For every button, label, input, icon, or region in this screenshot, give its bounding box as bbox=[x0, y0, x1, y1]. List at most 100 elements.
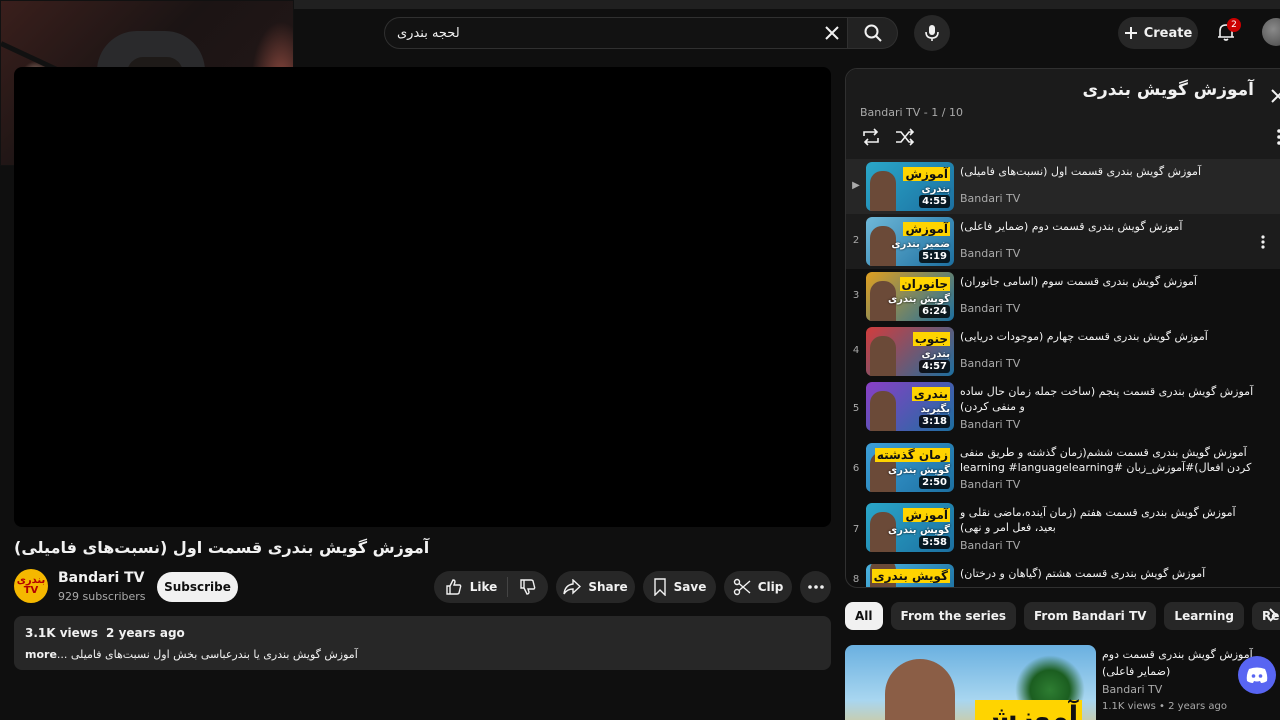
chip-from-channel[interactable]: From Bandari TV bbox=[1023, 602, 1157, 630]
thumbs-down-icon bbox=[520, 579, 536, 595]
playlist-item-title[interactable]: آموزش گویش بندری قسمت هفتم (زمان آینده،م… bbox=[960, 505, 1260, 535]
thumbnail-text: جانوران bbox=[899, 277, 950, 291]
show-more-link[interactable]: more bbox=[25, 648, 57, 661]
duration-badge: 4:55 bbox=[919, 195, 950, 208]
recommendation-thumbnail-text: آموزش bbox=[975, 700, 1083, 720]
save-label: Save bbox=[673, 580, 707, 594]
video-player[interactable] bbox=[14, 67, 831, 527]
recommendation-thumbnail[interactable]: آموزش bbox=[845, 645, 1096, 720]
thumbnail-text: جنوب bbox=[912, 332, 950, 346]
recommendation-channel[interactable]: Bandari TV bbox=[1102, 683, 1162, 696]
discord-overlay-button[interactable] bbox=[1238, 656, 1276, 694]
thumbnail-text: زمان گذشته bbox=[874, 448, 950, 462]
thumbnail-text: گویش بندری bbox=[871, 569, 950, 583]
chip-from-the-series[interactable]: From the series bbox=[890, 602, 1016, 630]
playlist-item-title[interactable]: آموزش گویش بندری قسمت سوم (اسامی جانوران… bbox=[960, 274, 1260, 289]
loop-icon[interactable] bbox=[860, 127, 882, 147]
playlist-item-index: 6 bbox=[852, 463, 860, 474]
playlist-item-index: 8 bbox=[852, 574, 860, 585]
playlist-item[interactable]: ▶ آموزش بندری 4:55 آموزش گویش بندری قسمت اول… bbox=[846, 159, 1280, 214]
thumbnail-text: آموزش bbox=[903, 167, 950, 181]
dislike-button[interactable] bbox=[515, 578, 537, 596]
thumbnail-text: بندری bbox=[911, 387, 950, 401]
notifications-button[interactable]: 2 bbox=[1210, 16, 1242, 48]
playlist-item-title[interactable]: آموزش گویش بندری قسمت دوم (ضمایر فاعلی) bbox=[960, 219, 1260, 234]
close-playlist-icon[interactable] bbox=[1271, 89, 1280, 103]
microphone-icon bbox=[925, 25, 939, 41]
subscriber-count: 929 subscribers bbox=[58, 590, 146, 603]
share-button[interactable]: Share bbox=[556, 571, 635, 603]
chevron-right-icon[interactable] bbox=[1268, 608, 1278, 622]
shuffle-icon[interactable] bbox=[894, 127, 916, 147]
more-actions-button[interactable] bbox=[800, 571, 831, 603]
save-button[interactable]: Save bbox=[643, 571, 716, 603]
duration-badge: 3:18 bbox=[919, 415, 950, 428]
clip-label: Clip bbox=[757, 580, 784, 594]
subscribe-button[interactable]: Subscribe bbox=[157, 572, 238, 602]
playlist-item-title[interactable]: آموزش گویش بندری قسمت هشتم (گیاهان و درخ… bbox=[960, 566, 1260, 581]
playlist-item-index: 3 bbox=[852, 290, 860, 301]
channel-name[interactable]: Bandari TV bbox=[58, 570, 145, 586]
playlist-panel: آموزش گویش بندری Bandari TV - 1 / 10 ▶ آم… bbox=[845, 68, 1280, 588]
playlist-item-channel: Bandari TV bbox=[960, 357, 1021, 370]
search-button[interactable] bbox=[848, 17, 898, 49]
thumbnail-text: آموزش bbox=[903, 222, 950, 236]
playlist-item[interactable]: 7 آموزش گویش بندری 5:58 آموزش گویش بندری قسم… bbox=[846, 500, 1280, 561]
playlist-item-thumbnail[interactable]: گویش بندری bbox=[866, 564, 954, 587]
youtube-watch-page: Create 2 آموزش گویش بندری قسمت اول (نسبت… bbox=[0, 0, 1280, 720]
playlist-menu-icon[interactable] bbox=[1276, 128, 1280, 146]
scissors-icon bbox=[733, 578, 751, 596]
like-label: Like bbox=[469, 580, 498, 594]
playlist-item-thumbnail[interactable]: بندری بگیرید 3:18 bbox=[866, 382, 954, 431]
playlist-item-title[interactable]: آموزش گویش بندری قسمت اول (نسبت‌های فامی… bbox=[960, 164, 1260, 179]
playlist-item-thumbnail[interactable]: جنوب بندری 4:57 bbox=[866, 327, 954, 376]
playlist-item-thumbnail[interactable]: زمان گذشته گویش بندری 2:50 bbox=[866, 443, 954, 492]
plus-icon bbox=[1124, 27, 1137, 39]
playlist-item-title[interactable]: آموزش گویش بندری قسمت چهارم (موجودات دری… bbox=[960, 329, 1260, 344]
like-button[interactable]: Like bbox=[445, 577, 509, 597]
playlist-item-channel: Bandari TV bbox=[960, 539, 1021, 552]
create-button[interactable]: Create bbox=[1118, 17, 1198, 49]
playlist-item-thumbnail[interactable]: آموزش ضمیر بندری 5:19 bbox=[866, 217, 954, 266]
vertical-dots-icon bbox=[1261, 235, 1265, 249]
recommendation-meta: 1.1K views • 2 years ago bbox=[1102, 701, 1227, 712]
duration-badge: 2:50 bbox=[919, 476, 950, 489]
thumbs-up-icon bbox=[446, 579, 462, 595]
item-menu-button[interactable] bbox=[1260, 234, 1272, 250]
playlist-item-channel: Bandari TV bbox=[960, 478, 1021, 491]
playlist-item-index: ▶ bbox=[852, 180, 860, 191]
playlist-item-title[interactable]: آموزش گویش بندری قسمت ششم(زمان گذشته و ط… bbox=[960, 445, 1260, 475]
playlist-item-thumbnail[interactable]: آموزش گویش بندری 5:58 bbox=[866, 503, 954, 552]
create-label: Create bbox=[1143, 25, 1193, 41]
notification-badge: 2 bbox=[1227, 18, 1241, 32]
search-input[interactable] bbox=[385, 18, 817, 48]
playlist-item-channel: Bandari TV bbox=[960, 192, 1021, 205]
playlist-item[interactable]: 4 جنوب بندری 4:57 آموزش گویش بندری قسمت چهار… bbox=[846, 324, 1280, 379]
playlist-subtitle: Bandari TV - 1 / 10 bbox=[860, 106, 963, 119]
search-box[interactable] bbox=[384, 17, 848, 49]
playlist-item-title[interactable]: آموزش گویش بندری قسمت پنجم (ساخت جمله زم… bbox=[960, 384, 1260, 414]
playlist-item[interactable]: 5 بندری بگیرید 3:18 آموزش گویش بندری قسمت پن… bbox=[846, 379, 1280, 440]
playlist-item-thumbnail[interactable]: جانوران گویش بندری 6:24 bbox=[866, 272, 954, 321]
bookmark-icon bbox=[653, 578, 666, 596]
playlist-item-thumbnail[interactable]: آموزش بندری 4:55 bbox=[866, 162, 954, 211]
playlist-item-channel: Bandari TV bbox=[960, 302, 1021, 315]
playlist-item[interactable]: 3 جانوران گویش بندری 6:24 آموزش گویش بندری ق… bbox=[846, 269, 1280, 324]
account-avatar[interactable] bbox=[1262, 18, 1280, 46]
playlist-title[interactable]: آموزش گویش بندری bbox=[1082, 80, 1254, 100]
playlist-item-index: 2 bbox=[852, 235, 860, 246]
clip-button[interactable]: Clip bbox=[724, 571, 792, 603]
description-box[interactable]: 3.1K views 2 years ago آموزش گویش بندری … bbox=[14, 616, 831, 670]
playlist-item[interactable]: 6 زمان گذشته گویش بندری 2:50 آموزش گویش بندر… bbox=[846, 440, 1280, 500]
playlist-item[interactable]: 8 گویش بندری آموزش گویش بندری قسمت هشتم (گ… bbox=[846, 561, 1280, 587]
playlist-item-index: 7 bbox=[852, 524, 860, 535]
channel-avatar[interactable]: بندری TV bbox=[14, 569, 48, 603]
clear-search-button[interactable] bbox=[817, 18, 847, 48]
share-label: Share bbox=[588, 580, 628, 594]
more-horizontal-icon bbox=[807, 585, 824, 589]
playlist-item[interactable]: 2 آموزش ضمیر بندری 5:19 آموزش گویش بندری قسم… bbox=[846, 214, 1280, 269]
chip-all[interactable]: All bbox=[845, 602, 883, 630]
chip-learning[interactable]: Learning bbox=[1164, 602, 1245, 630]
share-icon bbox=[563, 579, 582, 595]
voice-search-button[interactable] bbox=[914, 15, 950, 51]
